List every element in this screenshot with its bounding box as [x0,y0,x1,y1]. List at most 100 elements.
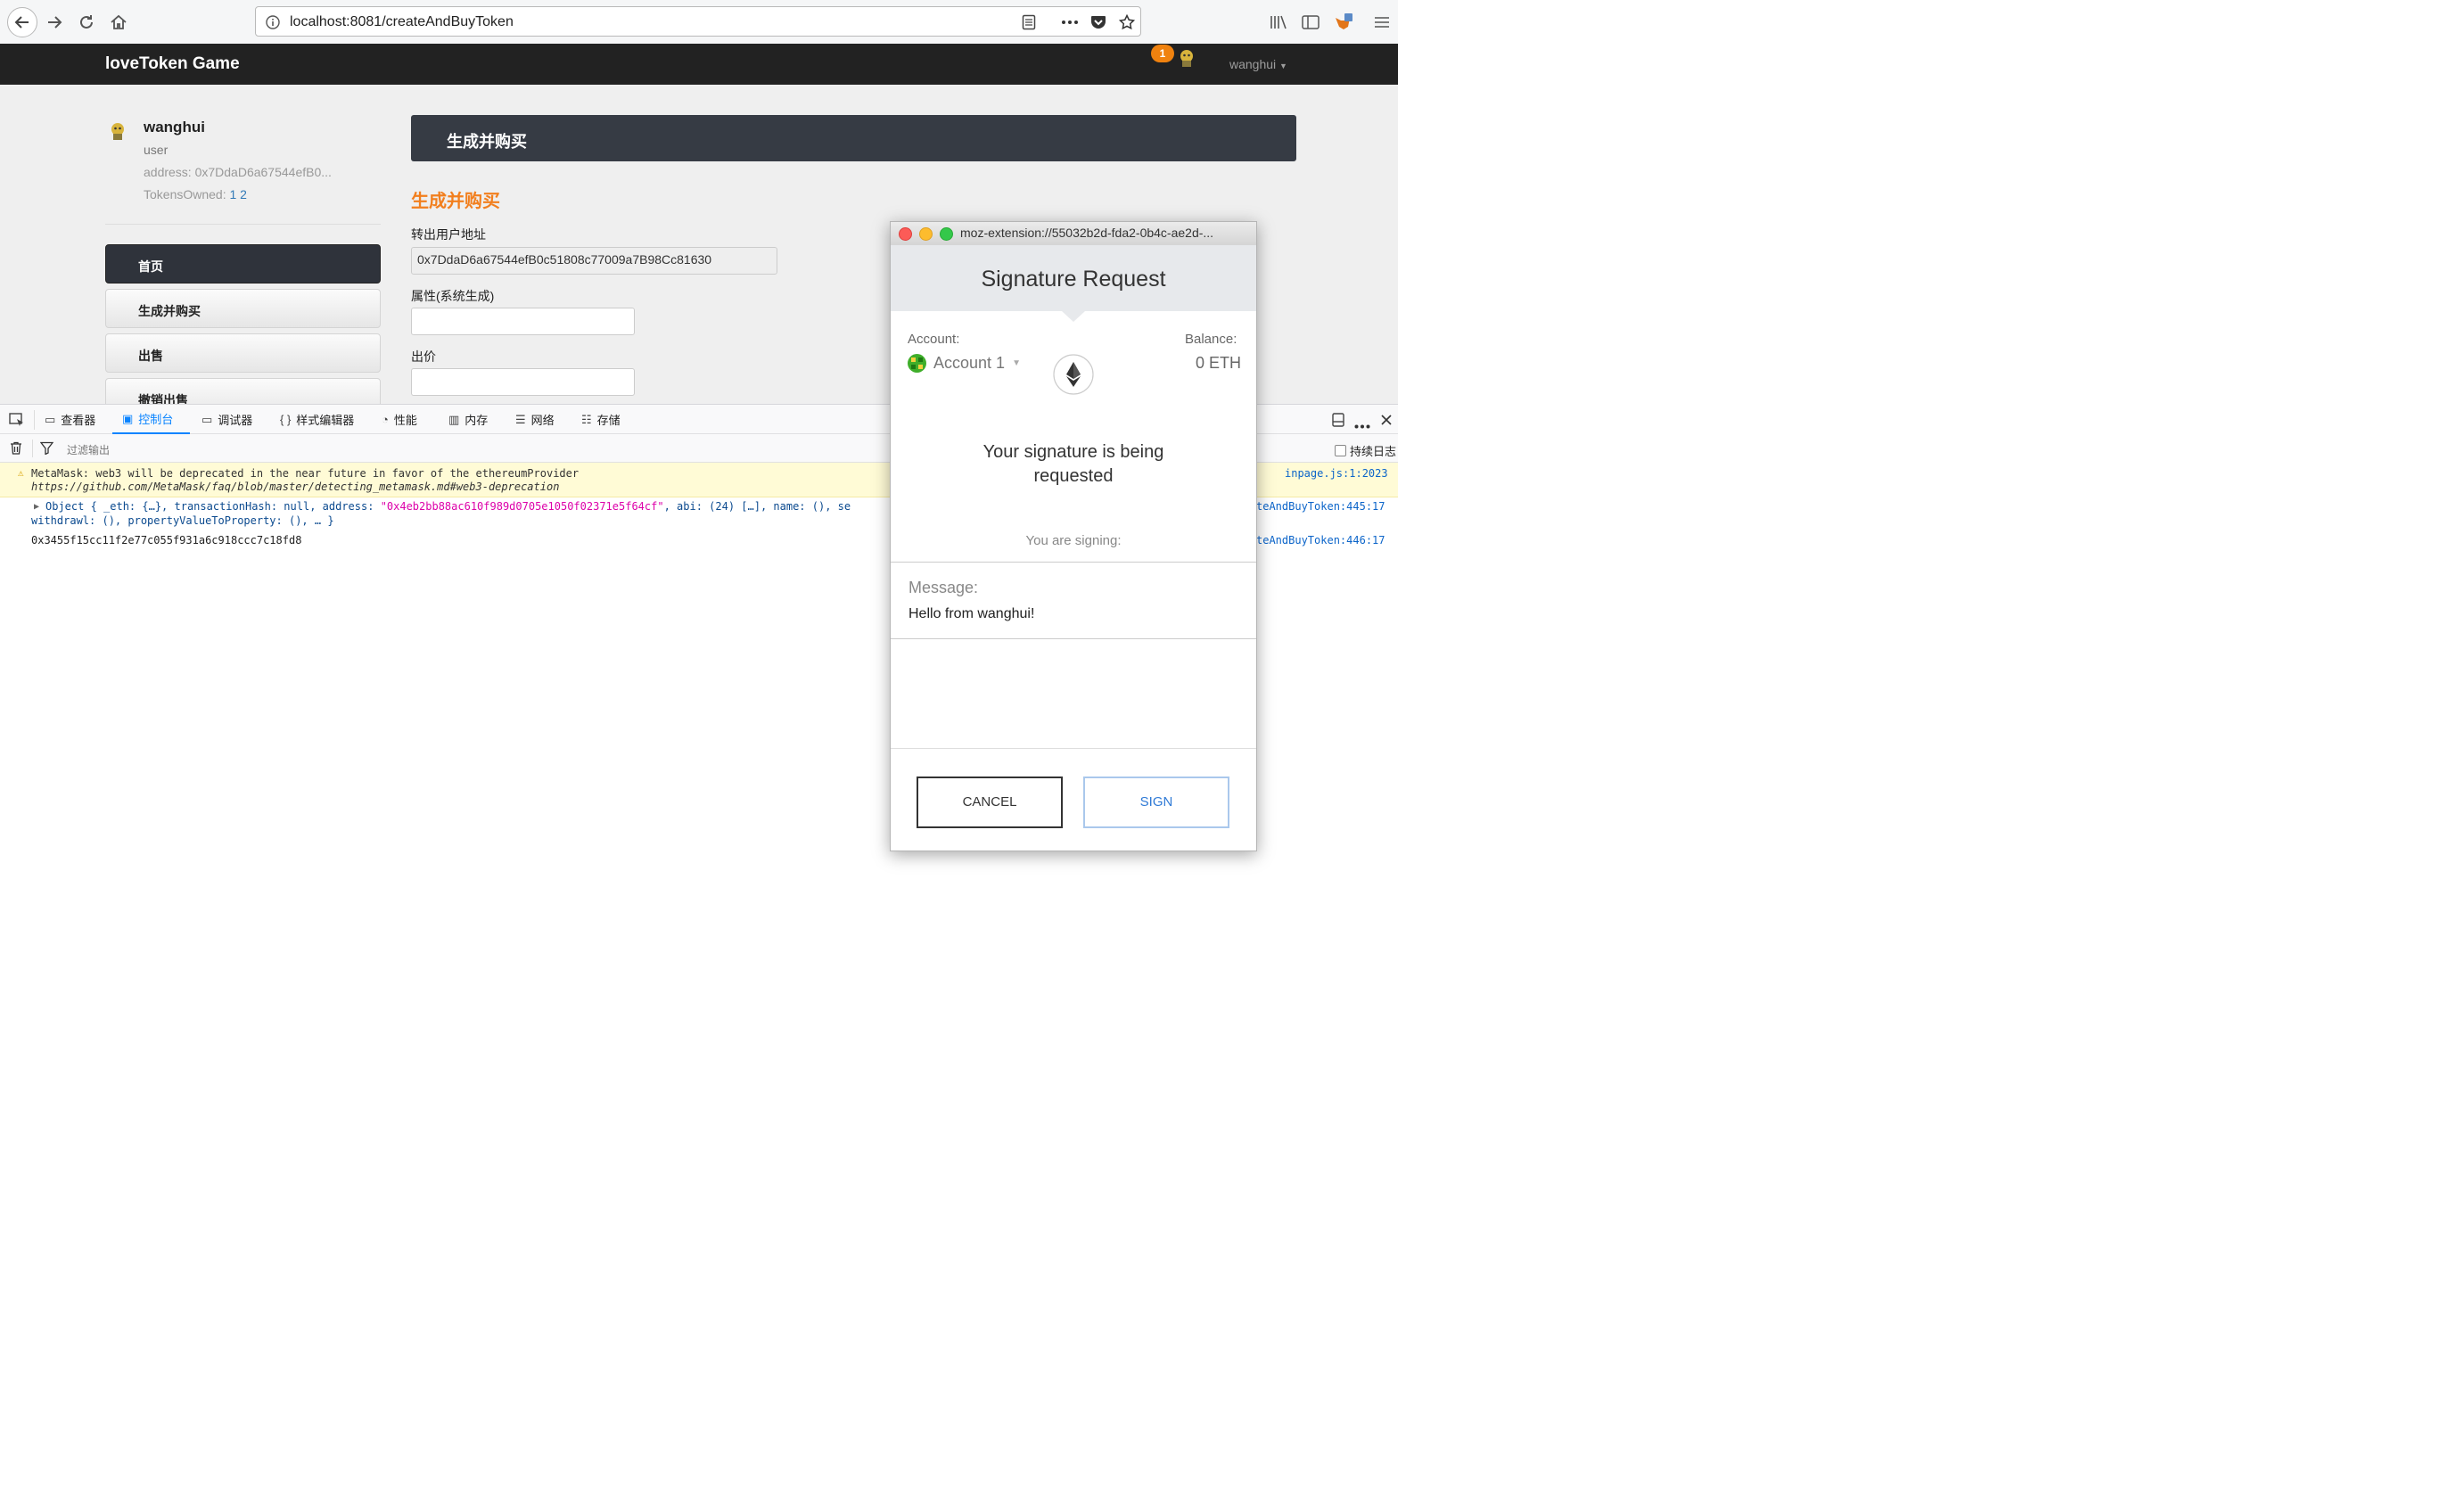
expand-triangle-icon[interactable]: ▶ [34,502,39,512]
sidebar-item-sell[interactable]: 出售 [105,333,381,373]
balance-label: Balance: [1185,332,1237,347]
price-input-wrap [411,368,635,404]
performance-icon: ◔ [382,413,389,426]
tab-label: 调试器 [218,414,253,427]
close-devtools-icon[interactable] [1381,414,1392,430]
warning-icon: ⚠ [18,467,24,479]
signature-header: Signature Request [891,245,1256,311]
hash-log-line: 0x3455f15cc11f2e77c055f931a6c918ccc7c18f… [31,534,302,546]
app-brand[interactable]: loveToken Game [105,54,240,74]
filter-icon [39,441,54,459]
account-label: Account: [908,332,960,347]
user-avatar-icon[interactable] [1177,47,1196,69]
checkbox-icon [1335,445,1346,456]
sidebar-item-cancel-sale[interactable]: 撤销出售 [105,378,381,404]
object-source-link[interactable]: teAndBuyToken:445:17 [1256,500,1385,513]
zoom-window-button[interactable] [940,227,953,241]
divider [891,562,1256,563]
account-name: Account 1 [933,354,1006,372]
tab-label: 网络 [530,414,555,427]
profile-role: user [144,143,169,157]
tokens-value[interactable]: 1 2 [230,187,247,201]
hash-source-link[interactable]: teAndBuyToken:446:17 [1256,534,1385,546]
storage-icon: ☷ [581,412,592,426]
sidebar-item-create-and-buy[interactable]: 生成并购买 [105,289,381,328]
notification-badge[interactable]: 1 [1151,45,1174,62]
close-window-button[interactable] [899,227,912,241]
tab-style-editor[interactable]: { } 样式编辑器 [280,405,354,434]
warning-link[interactable]: https://github.com/MetaMask/faq/blob/mas… [31,481,559,493]
reader-view-icon[interactable] [1019,12,1039,32]
tab-label: 样式编辑器 [296,414,355,427]
trash-icon[interactable] [10,441,22,459]
signature-line1: Your signature is being [982,442,1164,462]
profile-name: wanghui [144,119,205,136]
tab-network[interactable]: ☰ 网络 [515,405,555,434]
caret-down-icon: ▼ [1012,358,1021,368]
divider [891,638,1256,639]
account-selector[interactable]: Account 1 ▼ [908,354,1021,373]
account-identicon-icon [908,354,926,373]
property-input[interactable] [411,308,635,335]
style-editor-icon: { } [280,413,292,426]
address-bar[interactable]: localhost:8081/createAndBuyToken [255,6,1141,37]
from-address-input[interactable]: 0x7DdaD6a67544efB0c51808c77009a7B98Cc816… [411,247,777,275]
more-actions-icon[interactable] [1060,12,1080,32]
tab-label: 性能 [393,414,417,427]
object-address: "0x4eb2bb88ac610f989d0705e1050f02371e5f6… [380,500,664,513]
minimize-window-button[interactable] [919,227,933,241]
persist-logs-label: 持续日志 [1350,445,1397,458]
tab-memory[interactable]: ▥ 内存 [448,405,488,434]
panel-title: 生成并购买 [447,133,527,151]
debugger-icon: ▭ [201,412,213,426]
toolbar-divider [34,410,35,430]
tab-label: 内存 [465,414,489,427]
divider [891,748,1256,749]
nav-user-dropdown[interactable]: wanghui ▼ [1229,57,1287,71]
tab-inspector[interactable]: ▭ 查看器 [45,405,95,434]
network-icon: ☰ [515,412,526,426]
signature-heading: Signature Request [981,267,1166,292]
metamask-popup: moz-extension://55032b2d-fda2-0b4c-ae2d-… [890,221,1257,851]
home-button[interactable] [105,9,132,36]
forward-button[interactable] [41,9,68,36]
property-label: 属性(系统生成) [411,289,495,303]
menu-icon[interactable] [1371,12,1393,33]
pocket-icon[interactable] [1089,12,1108,32]
persist-logs-checkbox[interactable]: 持续日志 [1335,442,1396,459]
object-log-line[interactable]: Object { _eth: {…}, transactionHash: nul… [45,500,851,513]
devtools-options-icon[interactable] [1354,417,1370,433]
element-picker-icon[interactable] [9,413,25,431]
dock-side-icon[interactable] [1332,413,1344,431]
tab-debugger[interactable]: ▭ 调试器 [201,405,252,434]
cancel-button[interactable]: CANCEL [917,777,1063,828]
arrow-left-icon [14,16,29,29]
warning-source-link[interactable]: inpage.js:1:2023 [1285,467,1388,480]
sign-button[interactable]: SIGN [1083,777,1229,828]
tab-performance[interactable]: ◔ 性能 [382,405,417,434]
tab-console[interactable]: ▣ 控制台 [112,405,190,434]
filter-divider [32,440,33,457]
filter-input[interactable]: 过滤输出 [67,442,110,457]
warning-text: MetaMask: web3 will be deprecated in the… [31,467,580,480]
sidebar-item-label: 撤销出售 [138,393,188,404]
nav-user-name: wanghui [1229,57,1277,71]
ethereum-icon [1053,354,1094,399]
tokens-label: TokensOwned: [144,187,226,201]
reload-icon [80,15,93,29]
popup-titlebar[interactable]: moz-extension://55032b2d-fda2-0b4c-ae2d-… [891,222,1256,246]
signing-label: You are signing: [1025,533,1122,548]
back-button[interactable] [7,7,37,37]
from-address-label: 转出用户地址 [411,227,486,242]
profile-tokens: TokensOwned: 1 2 [144,187,247,201]
price-input[interactable] [411,368,635,396]
reload-button[interactable] [73,9,100,36]
info-icon[interactable] [263,12,283,32]
sidebar-item-home[interactable]: 首页 [105,244,381,284]
library-icon[interactable] [1268,12,1289,33]
metamask-extension-icon[interactable] [1332,12,1353,33]
sidebar-toggle-icon[interactable] [1300,12,1321,33]
tab-storage[interactable]: ☷ 存储 [581,405,621,434]
signature-line2: requested [1033,466,1114,486]
bookmark-star-icon[interactable] [1117,12,1137,32]
